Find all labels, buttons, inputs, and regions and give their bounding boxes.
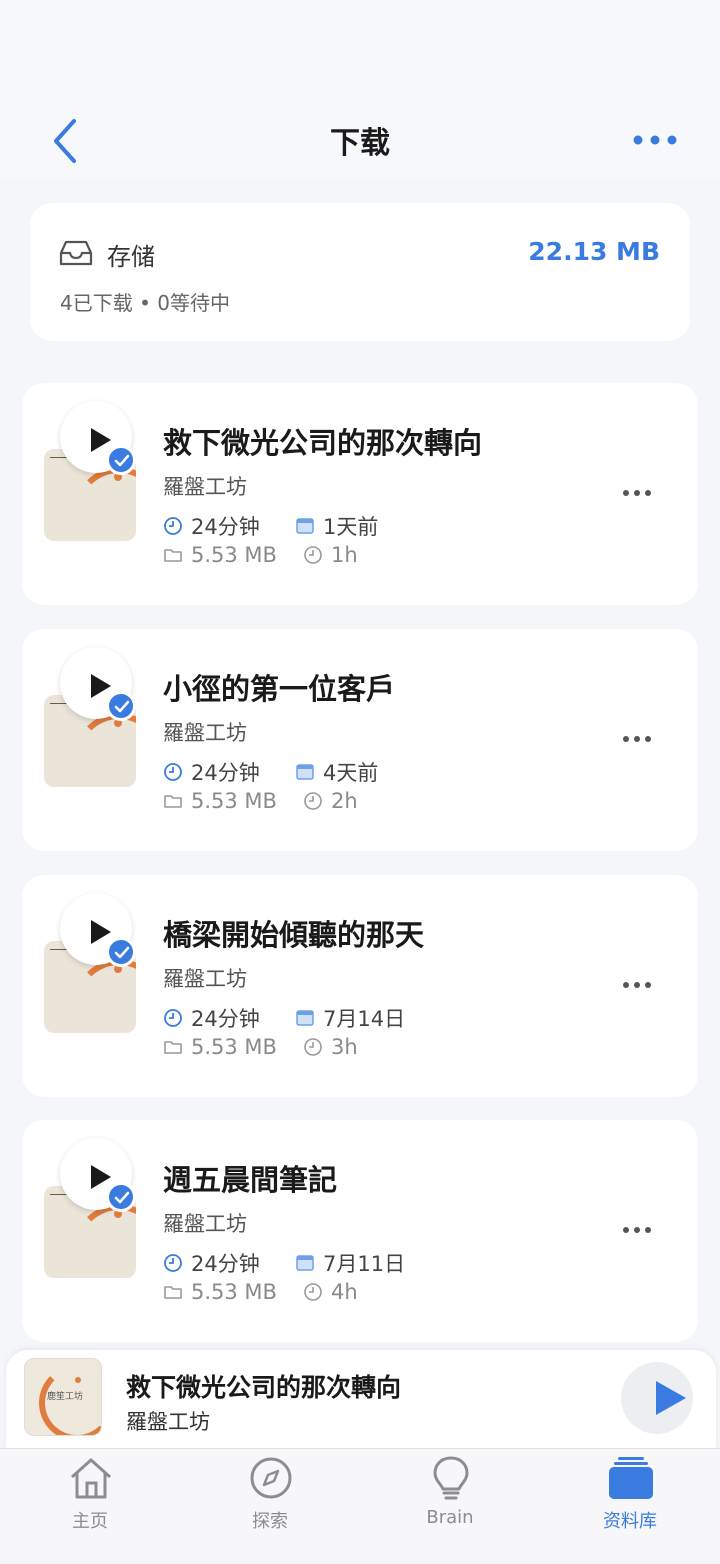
episode-duration: 24分钟 xyxy=(191,1007,260,1031)
episode-card[interactable]: 小徑的第一位客戶 羅盤工坊 24分钟 4天前 5.53 MB 2h xyxy=(22,629,698,851)
lightbulb-icon xyxy=(433,1456,469,1500)
episode-author: 羅盤工坊 xyxy=(163,721,247,745)
more-options-button[interactable] xyxy=(628,126,684,154)
episode-duration: 24分钟 xyxy=(191,515,260,539)
clock-icon xyxy=(304,792,322,810)
episode-date: 4天前 xyxy=(323,761,379,785)
clock-icon xyxy=(164,1254,182,1272)
tab-explore[interactable]: 探索 xyxy=(210,1449,330,1539)
folder-icon xyxy=(164,1286,182,1299)
clock-icon xyxy=(164,763,182,781)
ellipsis-icon xyxy=(623,736,651,742)
downloaded-check-icon xyxy=(106,1182,136,1212)
storage-card: 存储 22.13 MB 4已下载 • 0等待中 xyxy=(30,203,690,341)
episode-duration: 24分钟 xyxy=(191,1252,260,1276)
folder-icon xyxy=(164,1041,182,1054)
episode-card[interactable]: 橋梁開始傾聽的那天 羅盤工坊 24分钟 7月14日 5.53 MB 3h xyxy=(22,875,698,1097)
tray-icon xyxy=(58,239,94,267)
episode-more-button[interactable] xyxy=(620,481,654,505)
tab-library[interactable]: 资料库 xyxy=(570,1449,690,1539)
calendar-icon xyxy=(296,518,314,534)
play-icon xyxy=(91,920,111,944)
tab-label: 资料库 xyxy=(603,1511,657,1532)
episode-elapsed: 2h xyxy=(331,789,358,813)
episode-more-button[interactable] xyxy=(620,727,654,751)
episode-title: 週五晨間筆記 xyxy=(163,1163,338,1197)
episode-size: 5.53 MB xyxy=(191,1035,277,1059)
tab-brain[interactable]: Brain xyxy=(390,1449,510,1539)
play-icon xyxy=(91,674,111,698)
episode-size: 5.53 MB xyxy=(191,789,277,813)
player-author: 羅盤工坊 xyxy=(126,1410,210,1434)
page-title: 下载 xyxy=(330,126,390,161)
clock-icon xyxy=(164,517,182,535)
calendar-icon xyxy=(296,764,314,780)
downloaded-check-icon xyxy=(106,937,136,967)
tab-label: 探索 xyxy=(252,1511,288,1532)
mini-player[interactable]: 鹿笙工坊 救下微光公司的那次轉向 羅盤工坊 xyxy=(6,1350,716,1450)
episode-duration: 24分钟 xyxy=(191,761,260,785)
storage-label: 存储 xyxy=(107,243,155,271)
episode-author: 羅盤工坊 xyxy=(163,1212,247,1236)
play-icon xyxy=(91,428,111,452)
clock-icon xyxy=(304,1283,322,1301)
clock-icon xyxy=(164,1009,182,1027)
episode-more-button[interactable] xyxy=(620,1218,654,1242)
home-icon xyxy=(70,1458,112,1499)
episode-size: 5.53 MB xyxy=(191,543,277,567)
episode-elapsed: 1h xyxy=(331,543,358,567)
episode-elapsed: 3h xyxy=(331,1035,358,1059)
episode-more-button[interactable] xyxy=(620,973,654,997)
downloaded-check-icon xyxy=(106,691,136,721)
ellipsis-icon xyxy=(623,982,651,988)
episode-title: 救下微光公司的那次轉向 xyxy=(163,426,483,460)
episode-elapsed: 4h xyxy=(331,1280,358,1304)
clock-icon xyxy=(304,1038,322,1056)
calendar-icon xyxy=(296,1255,314,1271)
player-cover-text: 鹿笙工坊 xyxy=(47,1392,84,1402)
library-icon xyxy=(609,1457,653,1499)
tab-home[interactable]: 主页 xyxy=(30,1449,150,1539)
folder-icon xyxy=(164,795,182,808)
episode-card[interactable]: 週五晨間筆記 羅盤工坊 24分钟 7月11日 5.53 MB 4h xyxy=(22,1120,698,1342)
compass-icon xyxy=(250,1457,292,1499)
clock-icon xyxy=(304,546,322,564)
calendar-icon xyxy=(296,1010,314,1026)
tab-bar: 主页 探索 Brain 资料库 xyxy=(0,1448,720,1564)
ellipsis-icon xyxy=(633,135,677,145)
episode-author: 羅盤工坊 xyxy=(163,475,247,499)
play-icon xyxy=(656,1381,686,1415)
storage-size: 22.13 MB xyxy=(528,237,660,266)
ellipsis-icon xyxy=(623,490,651,496)
downloaded-check-icon xyxy=(106,445,136,475)
episode-card[interactable]: 救下微光公司的那次轉向 羅盤工坊 24分钟 1天前 5.53 MB 1h xyxy=(22,383,698,605)
episode-date: 7月14日 xyxy=(323,1007,406,1031)
episode-title: 小徑的第一位客戶 xyxy=(163,672,396,706)
play-icon xyxy=(91,1165,111,1189)
episode-date: 1天前 xyxy=(323,515,379,539)
episode-date: 7月11日 xyxy=(323,1252,406,1276)
player-title: 救下微光公司的那次轉向 xyxy=(126,1373,402,1402)
player-cover: 鹿笙工坊 xyxy=(24,1358,102,1436)
folder-icon xyxy=(164,549,182,562)
ellipsis-icon xyxy=(623,1227,651,1233)
header: 下载 xyxy=(0,0,720,180)
tab-label: 主页 xyxy=(72,1511,108,1532)
episode-title: 橋梁開始傾聽的那天 xyxy=(163,918,425,952)
episode-size: 5.53 MB xyxy=(191,1280,277,1304)
download-summary: 4已下载 • 0等待中 xyxy=(60,291,230,315)
tab-label: Brain xyxy=(426,1507,474,1528)
episode-author: 羅盤工坊 xyxy=(163,967,247,991)
